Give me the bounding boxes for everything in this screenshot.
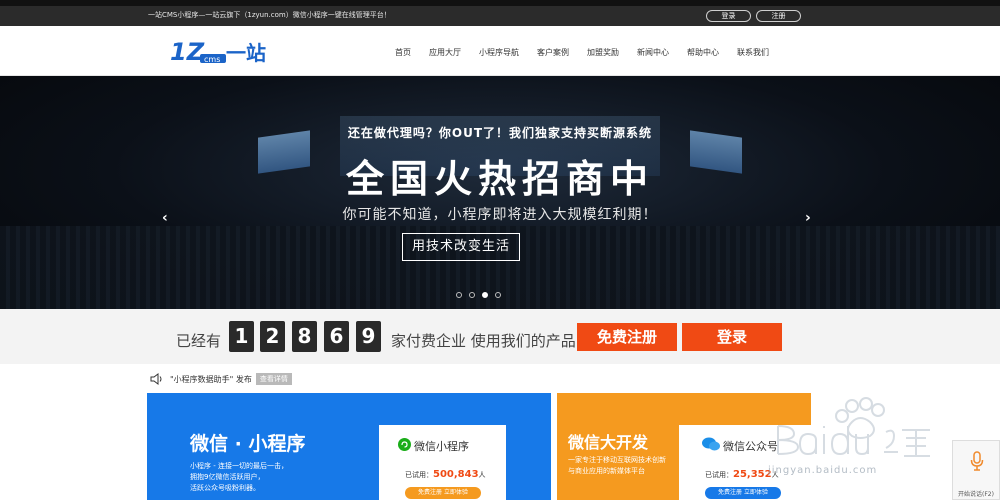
miniprogram-card-desc-2: 拥抱9亿微信活跃用户， (190, 473, 265, 481)
wechat-trial-button[interactable]: 免费注册 立即体验 (705, 487, 781, 499)
page: 一站CMS小程序—一站云旗下（1zyun.com）微信小程序一键在线管理平台！ … (0, 0, 1000, 500)
miniprogram-count-value: 500,843 (433, 469, 479, 480)
counter-suffix: 家付费企业 使用我们的产品 (391, 332, 576, 350)
speaker-icon (150, 373, 162, 385)
miniprogram-trial-count: 已试用：500,843人 (405, 469, 486, 480)
miniprogram-trial-button[interactable]: 免费注册 立即体验 (405, 487, 481, 499)
banner-headline: 全国火热招商中 (345, 157, 654, 201)
baidu-watermark-logo (777, 397, 930, 457)
miniprogram-card-desc-3: 活跃公众号吸粉利器。 (190, 484, 260, 492)
miniprogram-card[interactable]: 微信 · 小程序 小程序 - 连接一切的最后一击， 拥抱9亿微信活跃用户， 活跃… (147, 393, 551, 500)
nav-news[interactable]: 新闻中心 (637, 47, 669, 58)
nav-home[interactable]: 首页 (395, 47, 411, 58)
banner-pagination (456, 292, 508, 298)
nav-contact[interactable]: 联系我们 (737, 47, 769, 58)
counter-digit-4: 6 (324, 321, 349, 352)
counter-digit-3: 8 (292, 321, 317, 352)
customer-counter: 已经有 1 2 8 6 9 家付费企业 使用我们的产品 免费注册 登录 (0, 309, 1000, 364)
banner-line1: 还在做代理吗？你OUT了！我们独家支持买断源系统 (347, 126, 653, 140)
nav-cases[interactable]: 客户案例 (537, 47, 569, 58)
banner-dot-4[interactable] (495, 292, 501, 298)
site-header: 1Z cms 一站 首页 应用大厅 小程序导航 客户案例 加盟奖励 新闻中心 帮… (0, 26, 1000, 76)
main-nav: 首页 应用大厅 小程序导航 客户案例 加盟奖励 新闻中心 帮助中心 联系我们 (395, 47, 787, 58)
banner-cta-button[interactable]: 用技术改变生活 (402, 233, 520, 261)
counter-digit-2: 2 (260, 321, 285, 352)
notice-bar: "小程序数据助手" 发布 查看详情 (150, 372, 292, 386)
free-register-button[interactable]: 免费注册 (577, 323, 677, 351)
top-login-button[interactable]: 登录 (706, 10, 751, 22)
notice-detail-tag[interactable]: 查看详情 (255, 373, 292, 385)
hero-banner[interactable]: 还在做代理吗？你OUT了！我们独家支持买断源系统 全国火热招商中 你可能不知道，… (0, 76, 1000, 309)
miniprogram-icon (398, 438, 411, 451)
top-bar: 一站CMS小程序—一站云旗下（1zyun.com）微信小程序一键在线管理平台！ … (0, 0, 1000, 26)
miniprogram-card-desc-1: 小程序 - 连接一切的最后一击， (190, 462, 288, 470)
banner-dot-3[interactable] (482, 292, 488, 298)
wechat-dev-card-desc-2: 与商业应用的新媒体平台 (568, 467, 645, 475)
banner-dot-1[interactable] (456, 292, 462, 298)
nav-app-hall[interactable]: 应用大厅 (429, 47, 461, 58)
counter-digit-5: 9 (356, 321, 381, 352)
banner-line3: 你可能不知道，小程序即将进入大规模红利期！ (342, 207, 658, 223)
counter-digit-1: 1 (229, 321, 254, 352)
nav-help[interactable]: 帮助中心 (687, 47, 719, 58)
logo-text: 一站 (226, 41, 266, 65)
banner-prev-icon[interactable]: ‹ (162, 210, 168, 226)
notice-text[interactable]: "小程序数据助手" 发布 (170, 374, 252, 385)
login-button[interactable]: 登录 (682, 323, 782, 351)
top-bar-text: 一站CMS小程序—一站云旗下（1zyun.com）微信小程序一键在线管理平台！ (148, 11, 391, 19)
banner-next-icon[interactable]: › (805, 210, 811, 226)
nav-franchise[interactable]: 加盟奖励 (587, 47, 619, 58)
miniprogram-panel: 微信小程序 已试用：500,843人 免费注册 立即体验 (379, 425, 506, 500)
wechat-icon (702, 437, 720, 451)
miniprogram-card-title: 微信 · 小程序 (190, 433, 306, 455)
logo-sub: cms (204, 55, 220, 64)
miniprogram-panel-title: 微信小程序 (414, 440, 469, 453)
nav-miniprogram-guide[interactable]: 小程序导航 (479, 47, 519, 58)
logo-mark: 1Z (170, 38, 205, 66)
logo-icon: 1Z cms 一站 (170, 38, 266, 66)
microphone-icon (970, 451, 984, 471)
voice-input-label: 开始说话(F2) (958, 491, 994, 498)
counter-prefix: 已经有 (176, 332, 222, 350)
wechat-dev-card-desc-1: 一家专注于移动互联网技术创新 (568, 456, 666, 464)
wechat-dev-card-title: 微信大开发 (568, 433, 649, 452)
banner-dot-2[interactable] (469, 292, 475, 298)
baidu-watermark-url: jingyan.baidu.com (768, 465, 878, 476)
top-register-button[interactable]: 注册 (756, 10, 801, 22)
site-logo[interactable]: 1Z cms 一站 (170, 38, 270, 66)
